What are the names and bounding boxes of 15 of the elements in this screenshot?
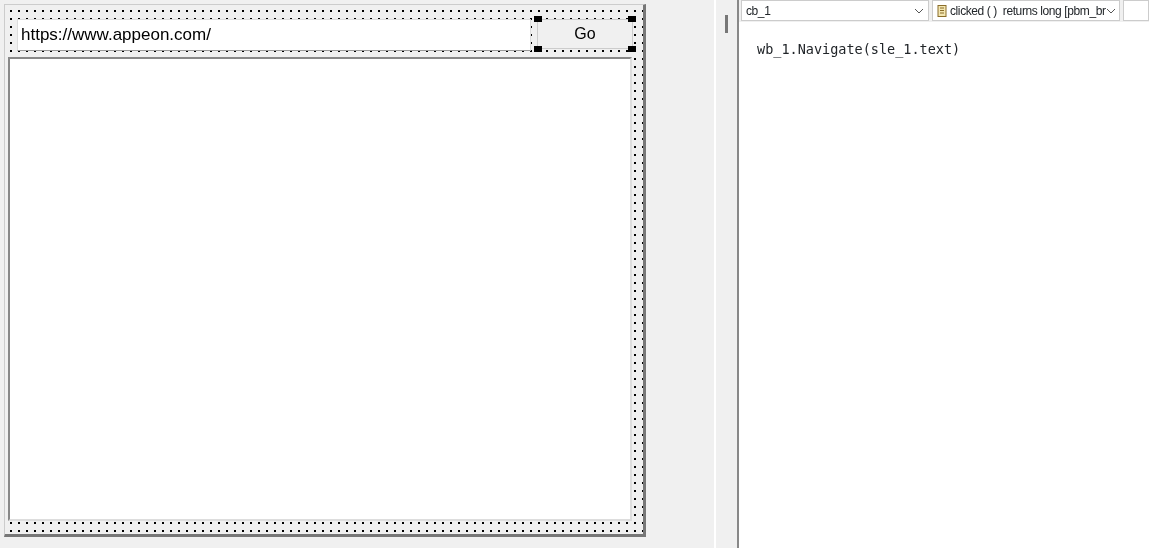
splitter-handle[interactable]	[725, 15, 728, 33]
url-input-field[interactable]: https://www.appeon.com/	[17, 19, 531, 51]
selection-handle[interactable]	[534, 46, 542, 52]
go-button[interactable]: Go	[537, 19, 633, 49]
event-dropdown[interactable]: clicked ( ) returns long [pbm_br	[932, 0, 1120, 21]
caret-icon	[1105, 7, 1116, 14]
selection-handle[interactable]	[534, 16, 542, 22]
script-icon	[937, 4, 947, 17]
code-line: wb_1.Navigate(sle_1.text)	[757, 40, 962, 60]
selection-handle[interactable]	[628, 46, 636, 52]
object-name: cb_1	[746, 2, 771, 20]
selection-handle[interactable]	[628, 16, 636, 22]
caret-icon	[914, 7, 924, 14]
event-signature: clicked ( ) returns long [pbm_br	[950, 2, 1106, 20]
object-dropdown[interactable]: cb_1	[741, 0, 929, 21]
